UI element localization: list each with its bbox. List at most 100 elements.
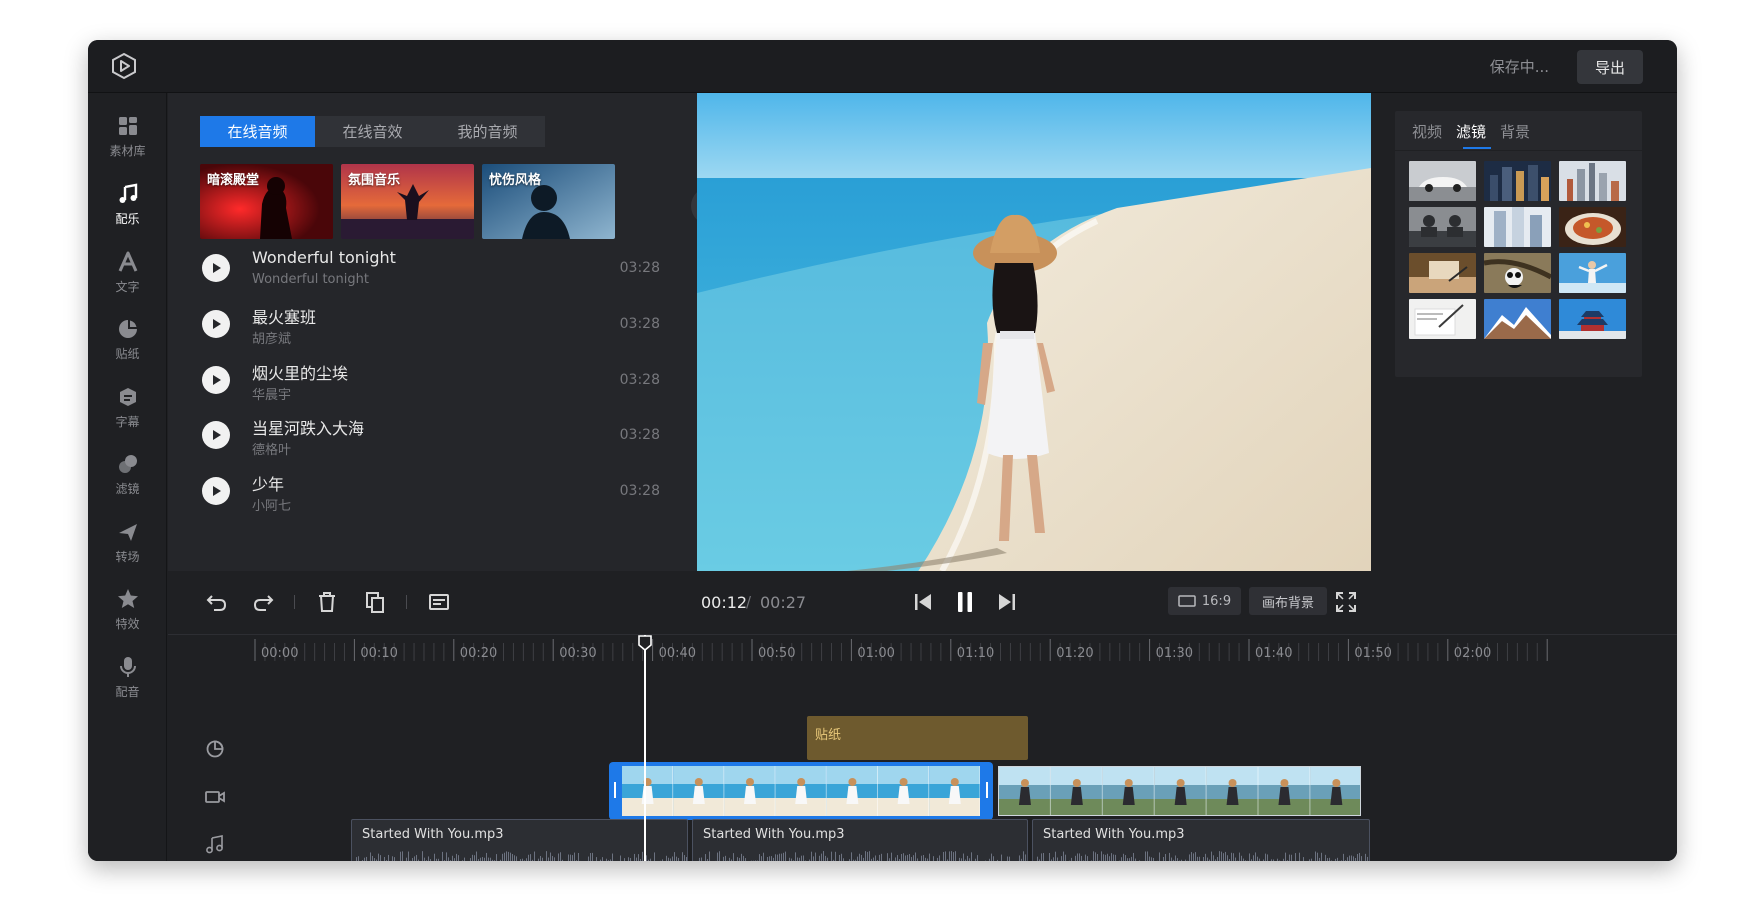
playhead[interactable] [644, 635, 646, 861]
tab-online-audio[interactable]: 在线音频 [200, 116, 315, 147]
preview-frame [697, 93, 1371, 571]
video-clip-frames [622, 766, 980, 816]
sidebar-item-label: 贴纸 [115, 347, 140, 361]
right-tabs: 视频 滤镜 背景 [1395, 111, 1642, 151]
ruler-tick-label: 00:50 [758, 646, 796, 661]
text-icon [118, 251, 137, 272]
delete-icon[interactable] [314, 589, 340, 615]
tab-background[interactable]: 背景 [1500, 121, 1530, 142]
tab-filter[interactable]: 滤镜 [1456, 121, 1486, 142]
sidebar-item-label: 配乐 [115, 212, 140, 226]
audio-clip[interactable]: Started With You.mp3 [1032, 819, 1370, 861]
waveform [356, 851, 687, 861]
aspect-ratio-button[interactable]: 16:9 [1168, 587, 1241, 615]
song-title: 少年 [252, 475, 285, 494]
filter-thumbnail[interactable] [1484, 253, 1551, 293]
trim-handle-left[interactable] [614, 782, 616, 798]
category-label: 忧伤风格 [489, 173, 542, 188]
sidebar-item-label: 素材库 [109, 144, 146, 158]
sidebar-item-label: 特效 [115, 617, 140, 631]
active-tab-indicator [1463, 147, 1491, 149]
microphone-icon [119, 657, 136, 677]
list-item[interactable]: 最火塞班 胡彦斌 03:28 [200, 300, 660, 354]
category-card[interactable]: 暗滚殿堂 [200, 164, 333, 239]
video-clip-selected[interactable] [609, 762, 993, 820]
audio-clip[interactable]: Started With You.mp3 [351, 819, 688, 861]
song-duration: 03:28 [619, 483, 660, 499]
sidebar-item-subtitle[interactable]: 字幕 [88, 378, 167, 438]
tab-my-audio[interactable]: 我的音频 [430, 116, 545, 147]
waveform [699, 851, 1026, 861]
filter-icon [118, 455, 137, 473]
song-duration: 03:28 [619, 427, 660, 443]
filter-thumbnail[interactable] [1409, 207, 1476, 247]
filter-thumbnail[interactable] [1559, 299, 1626, 339]
list-item[interactable]: 当星河跌入大海 德格叶 03:28 [200, 411, 660, 465]
category-card[interactable]: 氛围音乐 [341, 164, 474, 239]
audio-clip-name: Started With You.mp3 [1043, 827, 1185, 842]
pause-icon[interactable] [951, 588, 979, 616]
video-clip[interactable] [998, 766, 1361, 816]
star-icon [117, 589, 138, 608]
song-title: 当星河跌入大海 [252, 419, 365, 438]
export-button[interactable]: 导出 [1577, 50, 1643, 84]
play-icon[interactable] [202, 421, 230, 449]
skip-back-icon[interactable] [910, 589, 936, 615]
skip-forward-icon[interactable] [994, 589, 1020, 615]
audio-panel: 在线音频 在线音效 我的音频 暗滚殿堂 氛围音乐 忧伤风格 Wonderful … [168, 93, 729, 571]
filter-thumbnail[interactable] [1409, 161, 1476, 201]
sidebar-item-transition[interactable]: 转场 [88, 513, 167, 573]
song-title: 烟火里的尘埃 [252, 364, 349, 383]
song-duration: 03:28 [619, 260, 660, 276]
filter-thumbnail[interactable] [1559, 253, 1626, 293]
waveform [1037, 851, 1368, 861]
sidebar-item-text[interactable]: 文字 [88, 243, 167, 303]
redo-icon[interactable] [250, 589, 276, 615]
sidebar-item-label: 文字 [115, 280, 140, 294]
category-label: 暗滚殿堂 [207, 173, 260, 188]
playhead-handle[interactable] [638, 635, 652, 651]
play-icon[interactable] [202, 366, 230, 394]
sidebar-item-music[interactable]: 配乐 [88, 175, 167, 235]
list-item[interactable]: 烟火里的尘埃 华晨宇 03:28 [200, 356, 660, 410]
music-note-icon [119, 183, 137, 203]
ruler-tick-label: 02:00 [1453, 646, 1492, 661]
filter-thumbnail[interactable] [1409, 299, 1476, 339]
play-icon[interactable] [202, 254, 230, 282]
list-item[interactable]: Wonderful tonight Wonderful tonight 03:2… [200, 244, 660, 298]
sidebar-item-voiceover[interactable]: 配音 [88, 648, 167, 708]
sticker-clip[interactable]: 贴纸 [807, 716, 1028, 760]
filter-thumbnail[interactable] [1559, 207, 1626, 247]
ruler-tick-label: 01:50 [1354, 646, 1392, 661]
sidebar-item-label: 配音 [115, 685, 140, 699]
play-icon[interactable] [202, 477, 230, 505]
timeline: 00:00 00:10 00:20 00:30 00:40 00:50 01:00 01:10… [168, 635, 1677, 861]
sidebar-item-sticker[interactable]: 贴纸 [88, 310, 167, 370]
music-track-icon [206, 835, 223, 854]
sticker-icon [118, 320, 137, 338]
filter-thumbnail[interactable] [1559, 161, 1626, 201]
song-title: 最火塞班 [252, 308, 317, 327]
filter-thumbnail[interactable] [1484, 207, 1551, 247]
fullscreen-icon[interactable] [1333, 589, 1359, 615]
filter-thumbnail[interactable] [1484, 161, 1551, 201]
sidebar-item-effects[interactable]: 特效 [88, 580, 167, 640]
undo-icon[interactable] [204, 589, 230, 615]
sidebar-item-filter[interactable]: 滤镜 [88, 445, 167, 505]
toolbar-divider [294, 595, 295, 609]
trim-handle-right[interactable] [986, 782, 988, 798]
category-card[interactable]: 忧伤风格 [482, 164, 615, 239]
list-item[interactable]: 少年 小阿七 03:28 [200, 467, 660, 521]
tab-online-sfx[interactable]: 在线音效 [315, 116, 430, 147]
sidebar-item-library[interactable]: 素材库 [88, 107, 167, 167]
subtitle-tool-icon[interactable] [426, 589, 452, 615]
filmstrip [999, 767, 1360, 815]
canvas-background-button[interactable]: 画布背景 [1249, 587, 1327, 615]
tab-video[interactable]: 视频 [1412, 121, 1442, 142]
play-icon[interactable] [202, 310, 230, 338]
video-preview[interactable] [697, 93, 1371, 571]
filter-thumbnail[interactable] [1484, 299, 1551, 339]
filter-thumbnail[interactable] [1409, 253, 1476, 293]
copy-icon[interactable] [362, 589, 388, 615]
audio-clip[interactable]: Started With You.mp3 [692, 819, 1028, 861]
